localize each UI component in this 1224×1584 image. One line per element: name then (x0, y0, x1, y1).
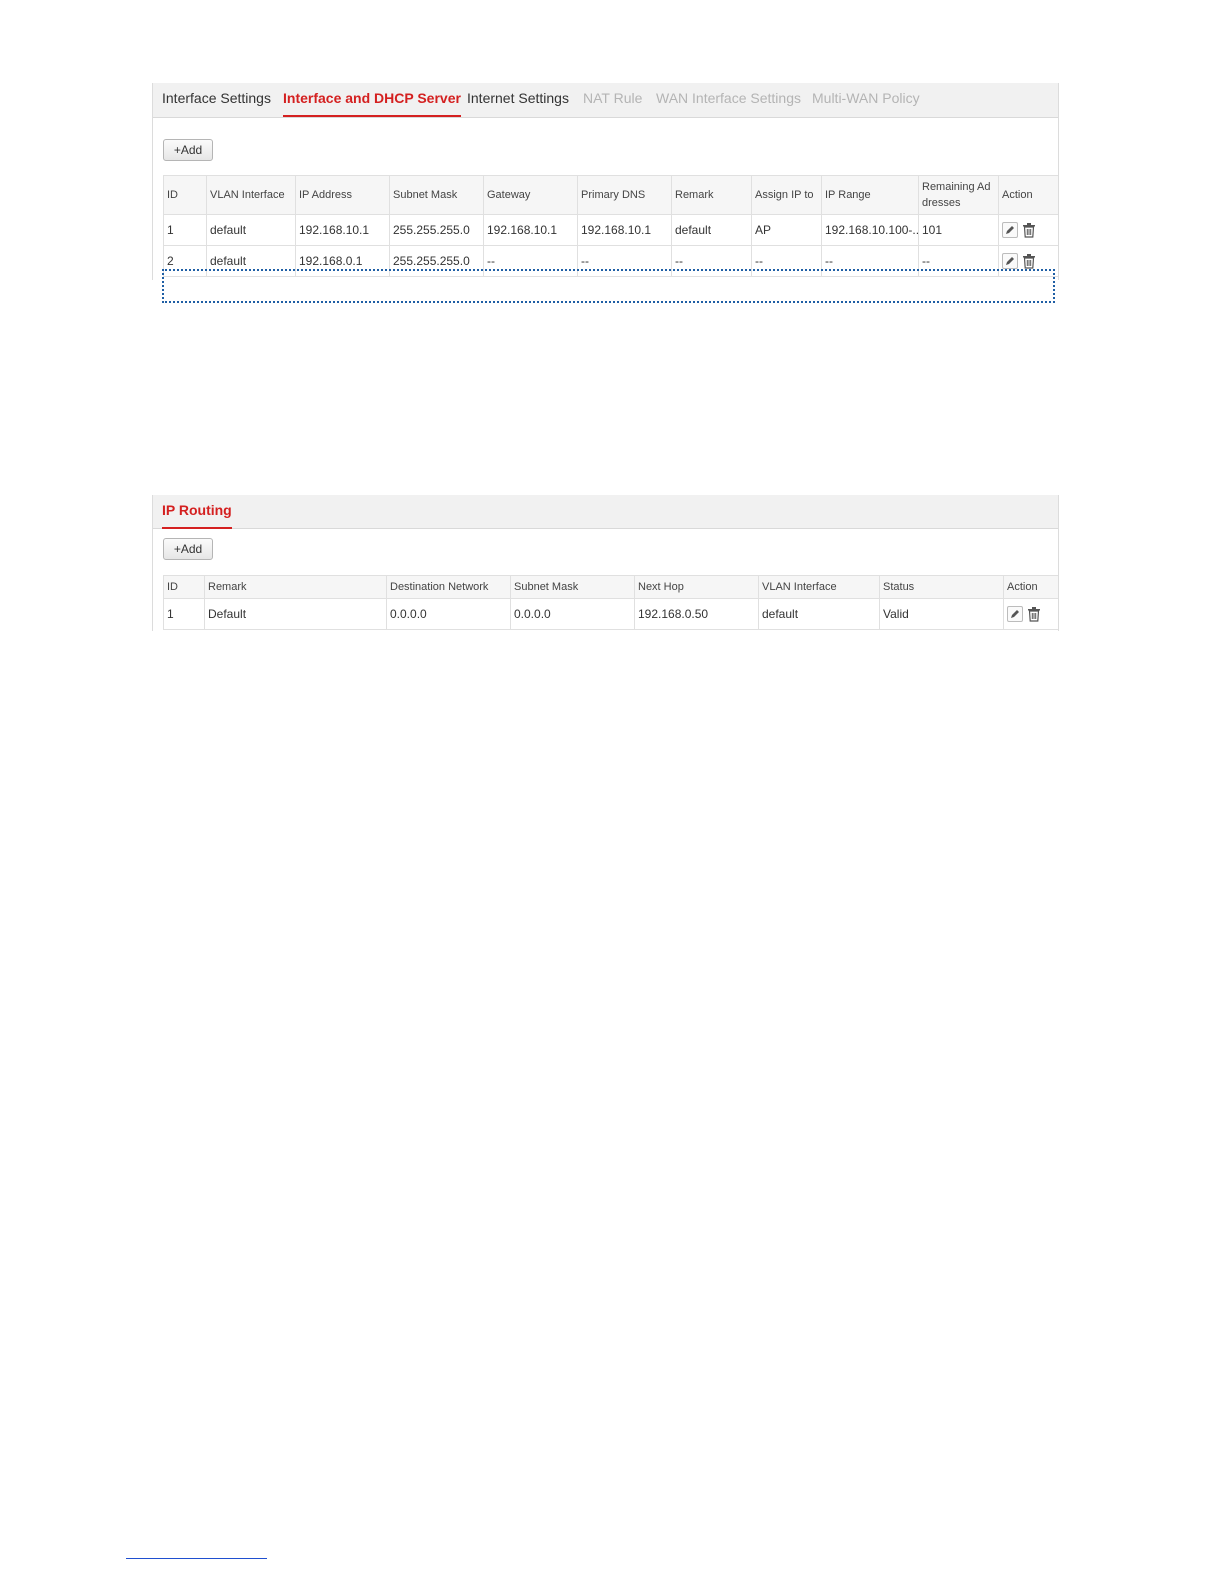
ip-routing-panel: IP Routing +Add ID Remark Destination Ne… (152, 495, 1059, 631)
routing-table: ID Remark Destination Network Subnet Mas… (163, 575, 1058, 630)
routing-table-header: ID Remark Destination Network Subnet Mas… (163, 575, 1058, 599)
col-action: Action (1003, 575, 1058, 599)
col-vlan-interface: VLAN Interface (206, 175, 296, 215)
cell-assign-ip-to: AP (751, 214, 822, 246)
add-interface-button[interactable]: +Add (163, 139, 213, 161)
cell-subnet-mask: 0.0.0.0 (510, 598, 635, 630)
tab-interface-settings[interactable]: Interface Settings (162, 90, 271, 106)
cell-remaining-addresses: 101 (918, 214, 999, 246)
col-action: Action (998, 175, 1058, 215)
interface-table: ID VLAN Interface IP Address Subnet Mask… (163, 175, 1058, 277)
col-status: Status (879, 575, 1004, 599)
col-remark: Remark (671, 175, 752, 215)
trash-icon[interactable] (1021, 253, 1037, 269)
cell-next-hop: 192.168.0.50 (634, 598, 759, 630)
col-subnet-mask: Subnet Mask (389, 175, 484, 215)
cell-gateway: 192.168.10.1 (483, 214, 578, 246)
edit-pencil-icon[interactable] (1002, 253, 1018, 269)
tab-interface-and-dhcp-server[interactable]: Interface and DHCP Server (283, 90, 461, 117)
col-id: ID (163, 575, 205, 599)
cell-remark: default (671, 214, 752, 246)
col-next-hop: Next Hop (634, 575, 759, 599)
cell-destination-network: 0.0.0.0 (386, 598, 511, 630)
table-row: 1 default 192.168.10.1 255.255.255.0 192… (163, 214, 1058, 246)
interface-table-header: ID VLAN Interface IP Address Subnet Mask… (163, 175, 1058, 215)
col-remaining-addresses: Remaining Ad dresses (918, 175, 999, 215)
footer-link-underline[interactable] (126, 1558, 267, 1559)
tab-bar: Interface Settings Interface and DHCP Se… (153, 83, 1058, 118)
cell-ip-range: 192.168.10.100-... (821, 214, 919, 246)
cell-action (1003, 598, 1058, 630)
tab-wan-interface-settings: WAN Interface Settings (656, 90, 801, 106)
cell-action (998, 214, 1058, 246)
tab-nat-rule: NAT Rule (583, 90, 643, 106)
col-vlan-interface: VLAN Interface (758, 575, 880, 599)
col-destination-network: Destination Network (386, 575, 511, 599)
cell-ip-address: 192.168.10.1 (295, 214, 390, 246)
col-remark: Remark (204, 575, 387, 599)
trash-icon[interactable] (1021, 222, 1037, 238)
col-ip-range: IP Range (821, 175, 919, 215)
trash-icon[interactable] (1026, 606, 1042, 622)
edit-pencil-icon[interactable] (1007, 606, 1023, 622)
add-route-button[interactable]: +Add (163, 538, 213, 560)
table-row: 1 Default 0.0.0.0 0.0.0.0 192.168.0.50 d… (163, 598, 1058, 630)
tab-bar: IP Routing (153, 495, 1058, 529)
col-ip-address: IP Address (295, 175, 390, 215)
tab-multi-wan-policy: Multi-WAN Policy (812, 90, 920, 106)
cell-remark: Default (204, 598, 387, 630)
col-assign-ip-to: Assign IP to (751, 175, 822, 215)
col-subnet-mask: Subnet Mask (510, 575, 635, 599)
cell-primary-dns: 192.168.10.1 (577, 214, 672, 246)
cell-status: Valid (879, 598, 1004, 630)
cell-vlan-interface: default (758, 598, 880, 630)
col-primary-dns: Primary DNS (577, 175, 672, 215)
interface-dhcp-panel: Interface Settings Interface and DHCP Se… (152, 83, 1059, 280)
edit-pencil-icon[interactable] (1002, 222, 1018, 238)
cell-vlan-interface: default (206, 214, 296, 246)
cell-id: 1 (163, 598, 205, 630)
tab-ip-routing[interactable]: IP Routing (162, 502, 232, 529)
cell-id: 1 (163, 214, 207, 246)
highlight-box (162, 269, 1055, 303)
tab-internet-settings[interactable]: Internet Settings (467, 90, 569, 106)
cell-subnet-mask: 255.255.255.0 (389, 214, 484, 246)
col-gateway: Gateway (483, 175, 578, 215)
col-id: ID (163, 175, 207, 215)
